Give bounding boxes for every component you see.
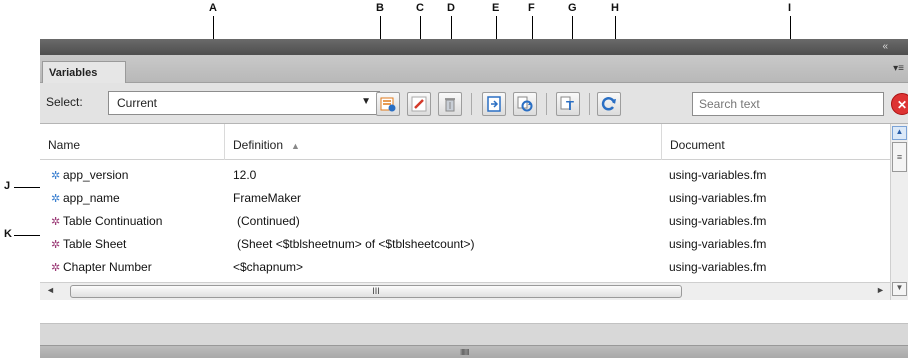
refresh-icon — [601, 97, 616, 111]
callout-k: K — [4, 228, 12, 240]
convert-to-text-icon — [487, 96, 501, 112]
callout-b: B — [376, 2, 384, 14]
system-variable-icon: ✲ — [51, 262, 61, 274]
variable-definition: (Sheet <$tblsheetnum> of <$tblsheetcount… — [237, 237, 475, 251]
column-header-definition-label: Definition — [233, 138, 284, 152]
variable-name: ✲ Table Sheet — [51, 237, 127, 251]
scroll-right-icon[interactable]: ► — [876, 285, 885, 295]
grid-header: Name Definition ▲ Document — [40, 124, 890, 160]
sort-ascending-icon: ▲ — [291, 141, 300, 151]
callout-i: I — [788, 2, 792, 14]
callout-h: H — [611, 2, 619, 14]
refresh-button[interactable] — [597, 92, 621, 116]
variable-document: using-variables.fm — [669, 168, 767, 182]
table-row[interactable]: ✲ Chapter Number <$chapnum> using-variabl… — [40, 256, 890, 279]
tab-variables[interactable]: Variables — [42, 61, 126, 83]
scroll-up-icon[interactable]: ▲ — [892, 126, 907, 140]
select-value: Current — [117, 96, 158, 110]
trash-icon — [445, 98, 455, 112]
variables-toolbar: Select: Current ▼ T Search text ✕ — [40, 83, 908, 123]
scroll-left-icon[interactable]: ◄ — [46, 285, 55, 295]
vertical-scroll-thumb[interactable]: ≡ — [892, 142, 907, 172]
column-header-definition[interactable]: Definition ▲ — [225, 124, 662, 160]
table-row[interactable]: ✲ app_name FrameMaker using-variables.fm — [40, 187, 890, 210]
update-variables-icon — [517, 96, 533, 112]
callout-g: G — [568, 2, 577, 14]
callout-a: A — [209, 2, 217, 14]
show-text-button[interactable]: T — [556, 92, 580, 116]
insert-variable-button[interactable] — [376, 92, 400, 116]
callout-e: E — [492, 2, 500, 14]
panel-footer: IIIIIII — [40, 345, 908, 358]
convert-to-text-button[interactable] — [482, 92, 506, 116]
collapse-panel-icon[interactable]: « — [882, 41, 888, 52]
variable-name: ✲ app_version — [51, 168, 129, 182]
svg-text:T: T — [566, 98, 574, 112]
user-variable-icon: ✲ — [51, 170, 61, 182]
delete-variable-button[interactable] — [438, 92, 462, 116]
select-dropdown[interactable]: Current ▼ — [108, 91, 380, 115]
variables-grid: Name Definition ▲ Document ✲ app_version 1… — [40, 123, 908, 323]
column-header-document[interactable]: Document — [662, 124, 890, 160]
variable-document: using-variables.fm — [669, 260, 767, 274]
toolbar-separator — [546, 93, 547, 115]
panel-title-bar: « — [40, 39, 908, 55]
variable-document: using-variables.fm — [669, 237, 767, 251]
scroll-down-icon[interactable]: ▼ — [892, 282, 907, 296]
vertical-scrollbar[interactable]: ▲ ≡ ▼ — [890, 124, 908, 300]
user-variable-icon: ✲ — [51, 193, 61, 205]
variable-name: ✲ Table Continuation — [51, 214, 163, 228]
variable-definition: 12.0 — [233, 168, 257, 182]
table-row[interactable]: ✲ app_version 12.0 using-variables.fm — [40, 164, 890, 187]
variable-definition: FrameMaker — [233, 191, 302, 205]
toolbar-separator — [471, 93, 472, 115]
variable-definition: (Continued) — [237, 214, 300, 228]
panel-status-area — [40, 323, 908, 345]
column-header-name[interactable]: Name — [40, 124, 225, 160]
insert-variable-icon — [380, 97, 396, 112]
system-variable-icon: ✲ — [51, 216, 61, 228]
toolbar-separator — [589, 93, 590, 115]
system-variable-icon: ✲ — [51, 239, 61, 251]
table-row[interactable]: ✲ Table Continuation (Continued) using-va… — [40, 210, 890, 233]
callout-j: J — [4, 180, 11, 192]
callout-f: F — [528, 2, 535, 14]
callout-d: D — [447, 2, 455, 14]
horizontal-scrollbar[interactable]: ◄ III ► — [40, 282, 890, 300]
edit-variable-button[interactable] — [407, 92, 431, 116]
resize-grip-icon[interactable]: IIIIIII — [460, 348, 470, 357]
table-row[interactable]: ✲ Table Sheet (Sheet <$tblsheetnum> of <$… — [40, 233, 890, 256]
variable-definition: <$chapnum> — [233, 260, 304, 274]
panel-menu-icon[interactable]: ▾≡ — [893, 63, 904, 74]
variable-document: using-variables.fm — [669, 214, 767, 228]
text-icon: T — [560, 96, 574, 112]
variable-name: ✲ Chapter Number — [51, 260, 152, 274]
update-variables-button[interactable] — [513, 92, 537, 116]
panel-tab-strip: Variables ▾≡ — [40, 55, 908, 83]
clear-search-icon[interactable]: ✕ — [891, 93, 908, 115]
horizontal-scroll-thumb[interactable]: III — [70, 285, 682, 298]
column-header-name-label: Name — [48, 138, 81, 152]
search-input[interactable]: Search text — [692, 92, 884, 116]
column-header-document-label: Document — [670, 138, 725, 152]
chevron-down-icon: ▼ — [361, 96, 371, 107]
callout-c: C — [416, 2, 424, 14]
select-label: Select: — [46, 95, 83, 109]
variable-name: ✲ app_name — [51, 191, 120, 205]
pencil-icon — [411, 96, 427, 112]
variable-document: using-variables.fm — [669, 191, 767, 205]
